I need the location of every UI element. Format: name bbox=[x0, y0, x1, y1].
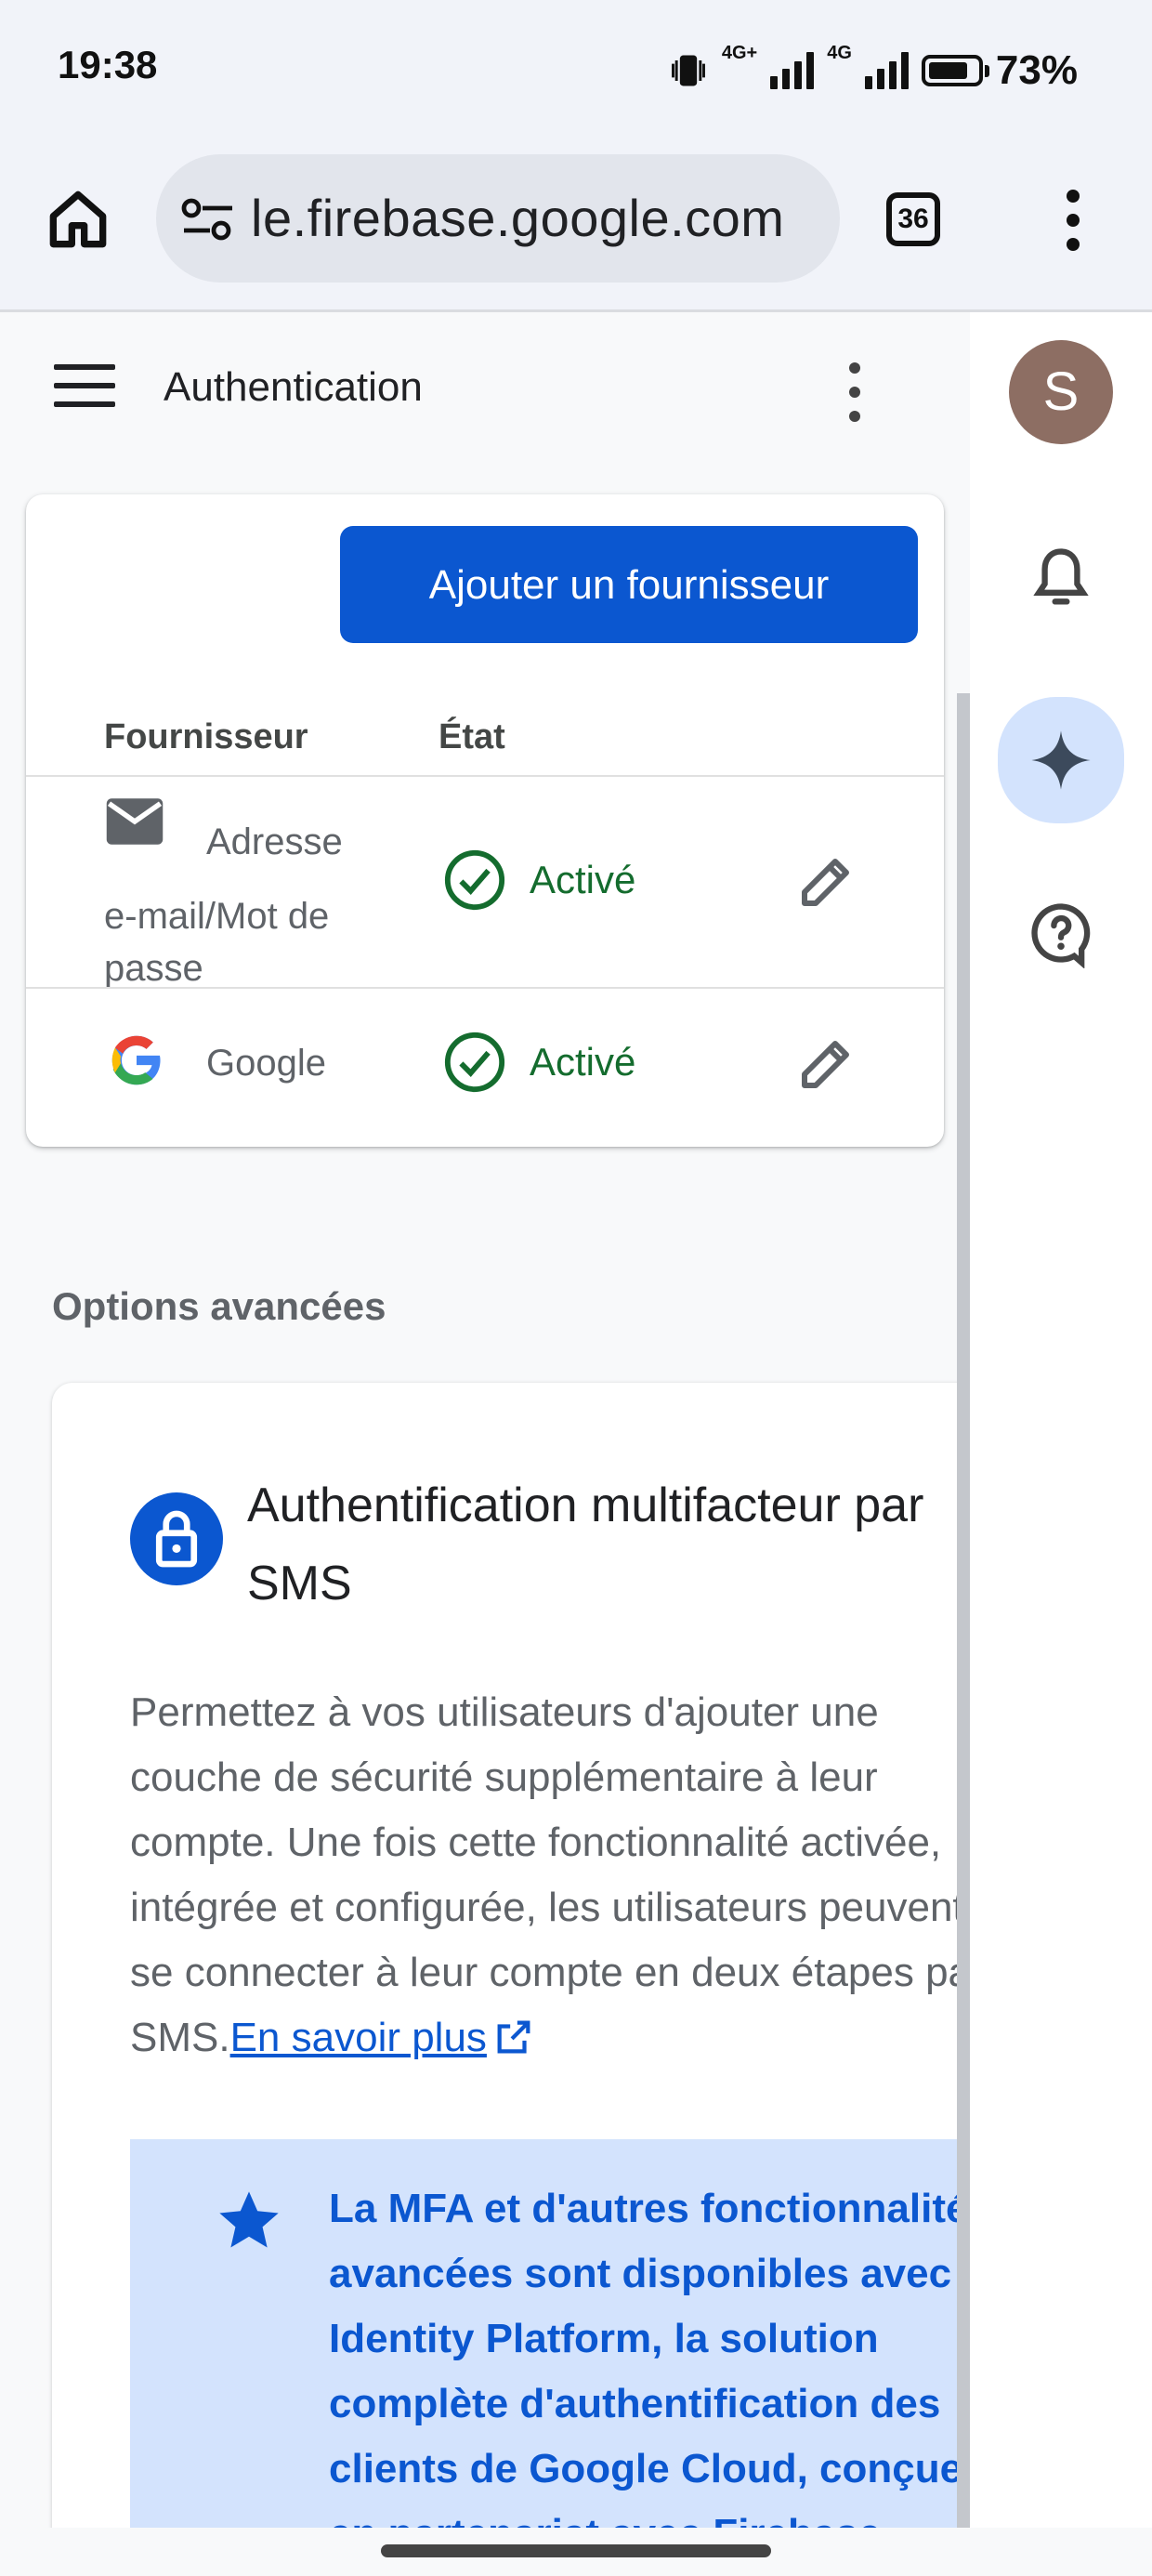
provider-name: Google bbox=[206, 1043, 326, 1084]
status-badge: Activé bbox=[442, 848, 635, 913]
status-icons: 4G+ 4G 73% bbox=[668, 43, 1078, 99]
card-title: Authentification multifacteur par SMS bbox=[247, 1479, 924, 1610]
info-banner: La MFA et d'autres fonctionnalités avanc… bbox=[130, 2139, 970, 2528]
network-type-2: 4G bbox=[827, 43, 852, 63]
status-time: 19:38 bbox=[58, 43, 158, 86]
signal-strength-icon-2 bbox=[864, 52, 909, 89]
address-bar[interactable]: le.firebase.google.com bbox=[156, 154, 840, 283]
main-content: Authentication Ajouter un fournisseur Fo… bbox=[0, 312, 970, 2528]
edit-icon[interactable] bbox=[793, 1030, 860, 1097]
check-circle-icon bbox=[444, 1032, 505, 1093]
status-badge: Activé bbox=[442, 1030, 635, 1095]
add-provider-button[interactable]: Ajouter un fournisseur bbox=[340, 526, 918, 643]
info-text: La MFA et d'autres fonctionnalités avanc… bbox=[329, 2186, 970, 2528]
lock-icon bbox=[130, 1492, 223, 1585]
providers-card: Ajouter un fournisseur Fournisseur État … bbox=[26, 494, 944, 1147]
site-settings-icon[interactable] bbox=[180, 195, 236, 243]
description-text: Permettez à vos utilisateurs d'ajouter u… bbox=[130, 1689, 970, 2060]
browser-toolbar: le.firebase.google.com 36 bbox=[0, 139, 1152, 312]
column-header-provider: Fournisseur bbox=[104, 717, 308, 756]
tab-switcher-button[interactable]: 36 bbox=[886, 192, 940, 246]
signal-strength-icon bbox=[770, 52, 815, 89]
google-logo-icon bbox=[111, 1035, 164, 1085]
edit-icon[interactable] bbox=[793, 848, 860, 914]
gemini-sparkle-icon[interactable] bbox=[1026, 725, 1096, 795]
gesture-nav-bar bbox=[0, 2528, 1152, 2576]
more-options-button[interactable] bbox=[844, 362, 866, 429]
app-header: Authentication bbox=[0, 312, 970, 467]
scrollbar[interactable] bbox=[957, 693, 970, 2528]
url-text: le.firebase.google.com bbox=[251, 189, 785, 247]
mail-icon bbox=[106, 798, 164, 845]
right-rail: S bbox=[970, 312, 1152, 2528]
network-type-1: 4G+ bbox=[721, 43, 758, 63]
provider-name: Adresse bbox=[206, 821, 343, 862]
divider bbox=[26, 775, 944, 777]
battery-percent: 73% bbox=[995, 47, 1078, 93]
avatar[interactable]: S bbox=[1009, 340, 1113, 444]
help-icon[interactable] bbox=[1026, 898, 1096, 968]
provider-name-line2: e-mail/Mot de bbox=[104, 896, 330, 937]
bell-icon[interactable] bbox=[1026, 543, 1096, 613]
battery-icon bbox=[921, 55, 989, 86]
home-gesture-handle[interactable] bbox=[381, 2544, 771, 2557]
column-header-status: État bbox=[439, 717, 505, 756]
learn-more-link[interactable]: En savoir plus bbox=[230, 2015, 487, 2060]
status-text: Activé bbox=[530, 1040, 636, 1084]
status-text: Activé bbox=[530, 858, 636, 901]
external-link-icon[interactable] bbox=[492, 2016, 535, 2058]
section-title: Options avancées bbox=[52, 1284, 386, 1328]
vibrate-icon bbox=[671, 55, 705, 86]
home-icon[interactable] bbox=[41, 182, 115, 256]
check-circle-icon bbox=[444, 849, 505, 911]
status-bar: 19:38 4G+ 4G 73% bbox=[0, 0, 1152, 139]
card-description: Permettez à vos utilisateurs d'ajouter u… bbox=[130, 1680, 970, 2070]
star-icon bbox=[219, 2191, 279, 2248]
divider bbox=[26, 987, 944, 989]
sms-mfa-card: Authentification multifacteur par SMS Pe… bbox=[52, 1383, 970, 2528]
browser-menu-button[interactable] bbox=[1059, 190, 1087, 256]
menu-icon[interactable] bbox=[54, 364, 115, 407]
page-title: Authentication bbox=[164, 364, 423, 410]
